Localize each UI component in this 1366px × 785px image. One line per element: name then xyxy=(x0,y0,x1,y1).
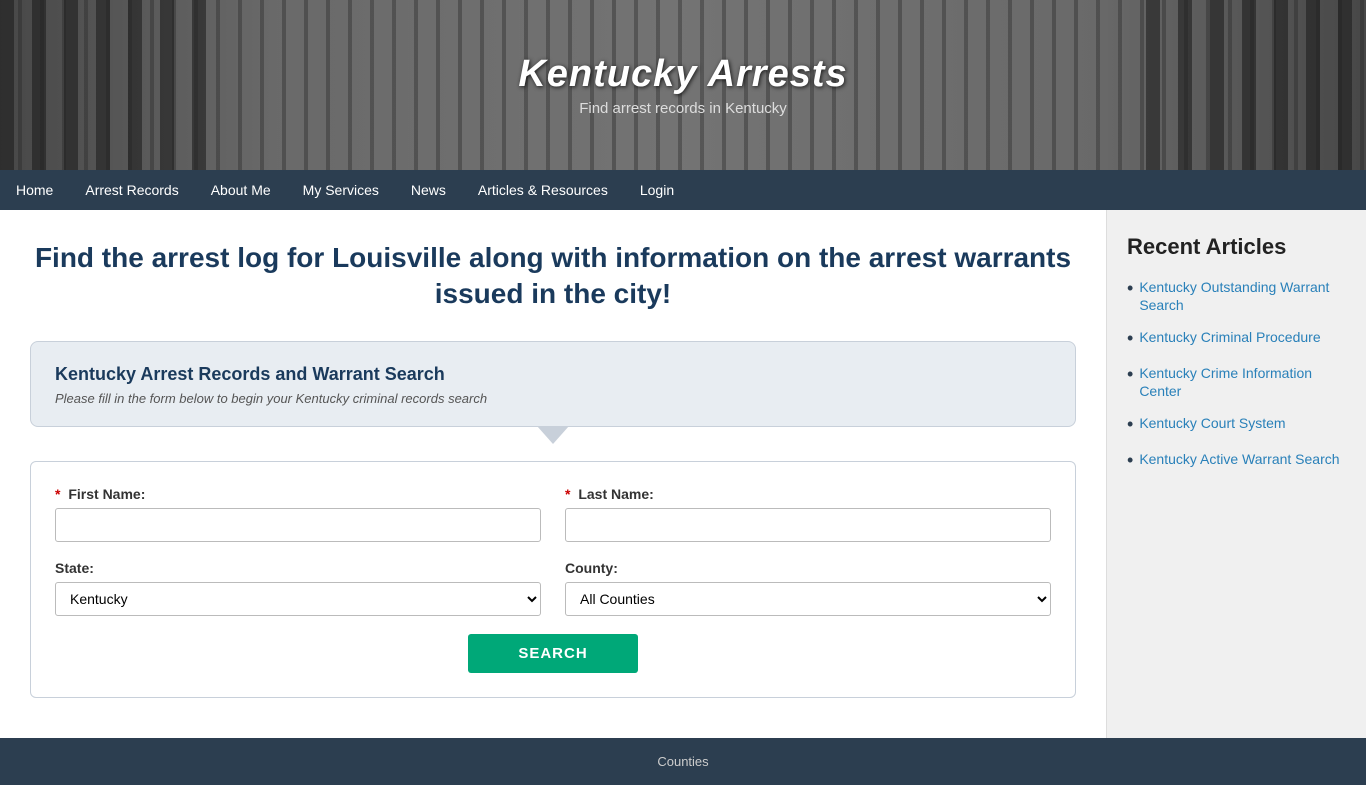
first-name-label: * First Name: xyxy=(55,486,541,502)
article-link-2[interactable]: Kentucky Criminal Procedure xyxy=(1139,328,1320,346)
article-link-4[interactable]: Kentucky Court System xyxy=(1139,414,1285,432)
header-left-decoration xyxy=(0,0,220,170)
site-subtitle: Find arrest records in Kentucky xyxy=(579,100,787,117)
article-item-2: Kentucky Criminal Procedure xyxy=(1127,328,1346,350)
search-button[interactable]: SEARCH xyxy=(468,634,637,673)
page-wrapper: Find the arrest log for Louisville along… xyxy=(0,210,1366,738)
header-right-decoration xyxy=(1146,0,1366,170)
nav-my-services[interactable]: My Services xyxy=(287,170,395,210)
page-heading: Find the arrest log for Louisville along… xyxy=(30,240,1076,313)
main-content: Find the arrest log for Louisville along… xyxy=(0,210,1106,738)
counties-bar: Counties xyxy=(0,738,1366,785)
first-name-input[interactable] xyxy=(55,508,541,542)
last-name-input[interactable] xyxy=(565,508,1051,542)
county-label: County: xyxy=(565,560,1051,576)
search-btn-row: SEARCH xyxy=(55,634,1051,673)
site-header: Kentucky Arrests Find arrest records in … xyxy=(0,0,1366,170)
location-row: State: Kentucky County: All Counties xyxy=(55,560,1051,616)
name-row: * First Name: * Last Name: xyxy=(55,486,1051,542)
recent-articles-list: Kentucky Outstanding Warrant Search Kent… xyxy=(1127,278,1346,472)
last-name-group: * Last Name: xyxy=(565,486,1051,542)
counties-label: Counties xyxy=(657,754,708,769)
county-group: County: All Counties xyxy=(565,560,1051,616)
article-item-3: Kentucky Crime Information Center xyxy=(1127,364,1346,400)
nav-articles-resources[interactable]: Articles & Resources xyxy=(462,170,624,210)
nav-about-me[interactable]: About Me xyxy=(195,170,287,210)
sidebar: Recent Articles Kentucky Outstanding War… xyxy=(1106,210,1366,738)
first-name-required: * xyxy=(55,486,60,502)
search-box-subtitle: Please fill in the form below to begin y… xyxy=(55,391,1051,406)
nav-login[interactable]: Login xyxy=(624,170,690,210)
article-link-1[interactable]: Kentucky Outstanding Warrant Search xyxy=(1139,278,1346,314)
nav-home[interactable]: Home xyxy=(0,170,69,210)
article-link-3[interactable]: Kentucky Crime Information Center xyxy=(1139,364,1346,400)
nav-arrest-records[interactable]: Arrest Records xyxy=(69,170,194,210)
article-item-1: Kentucky Outstanding Warrant Search xyxy=(1127,278,1346,314)
sidebar-title: Recent Articles xyxy=(1127,234,1346,260)
last-name-required: * xyxy=(565,486,570,502)
first-name-group: * First Name: xyxy=(55,486,541,542)
last-name-label: * Last Name: xyxy=(565,486,1051,502)
search-info-box: Kentucky Arrest Records and Warrant Sear… xyxy=(30,341,1076,427)
state-select[interactable]: Kentucky xyxy=(55,582,541,616)
article-item-4: Kentucky Court System xyxy=(1127,414,1346,436)
main-nav: Home Arrest Records About Me My Services… xyxy=(0,170,1366,210)
search-box-title: Kentucky Arrest Records and Warrant Sear… xyxy=(55,364,1051,385)
article-item-5: Kentucky Active Warrant Search xyxy=(1127,450,1346,472)
state-group: State: Kentucky xyxy=(55,560,541,616)
state-label: State: xyxy=(55,560,541,576)
nav-news[interactable]: News xyxy=(395,170,462,210)
county-select[interactable]: All Counties xyxy=(565,582,1051,616)
site-title: Kentucky Arrests xyxy=(518,53,847,96)
article-link-5[interactable]: Kentucky Active Warrant Search xyxy=(1139,450,1339,468)
search-form-container: * First Name: * Last Name: State: xyxy=(30,461,1076,698)
